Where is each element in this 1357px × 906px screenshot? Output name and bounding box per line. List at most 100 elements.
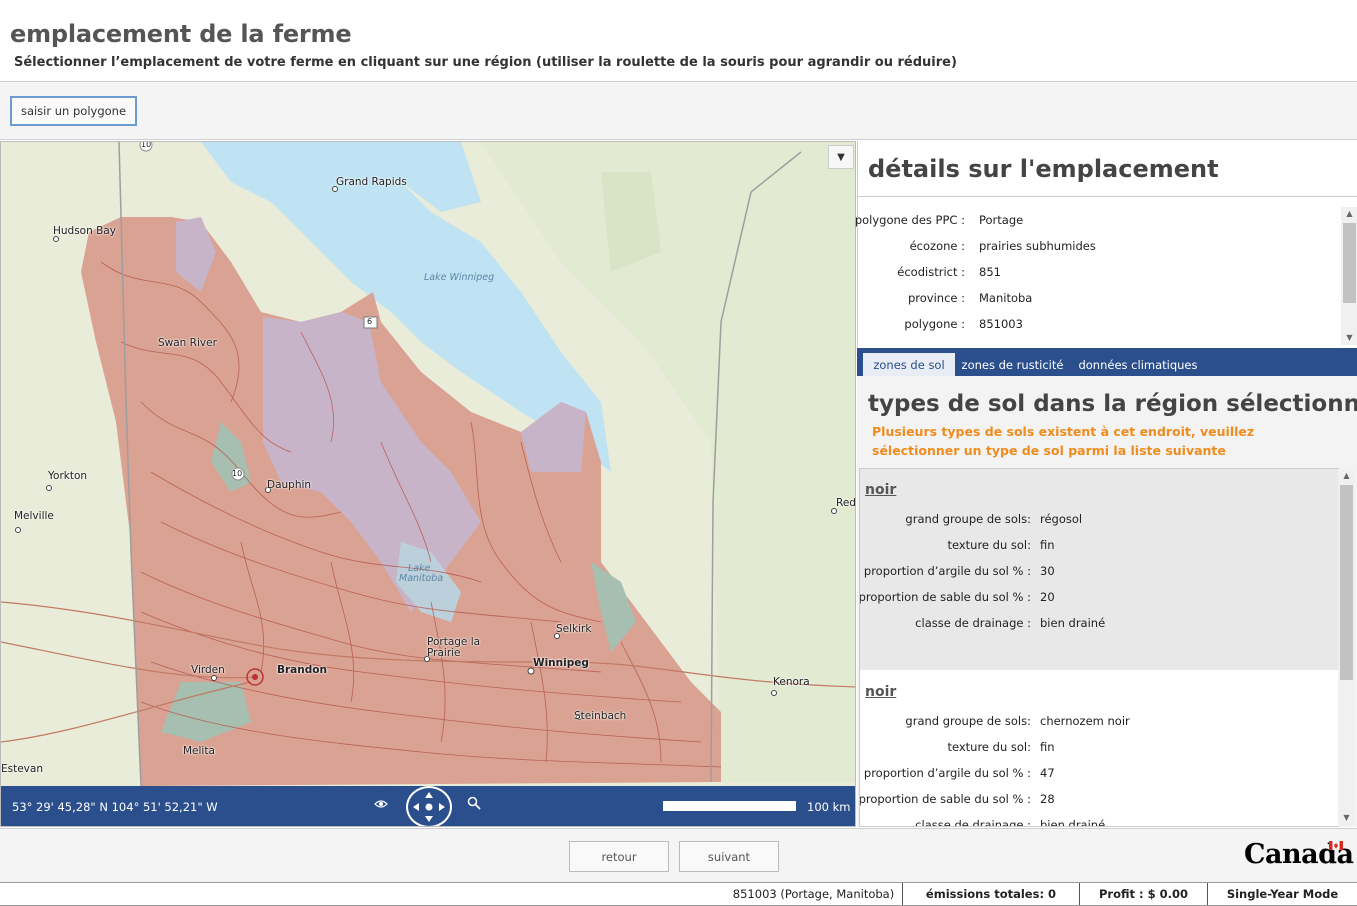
soil-property-row: proportion d’argile du sol % : 47 (860, 766, 1338, 782)
detail-value: 851 (979, 265, 1001, 279)
next-button[interactable]: suivant (679, 841, 779, 872)
back-button[interactable]: retour (569, 841, 669, 872)
map-label-estevan: Estevan (1, 763, 43, 775)
soil-type-name[interactable]: noir (865, 684, 896, 700)
soil-property-value: 30 (1040, 564, 1055, 578)
soil-property-row: proportion d’argile du sol % : 30 (860, 564, 1338, 580)
details-title: détails sur l'emplacement (868, 155, 1219, 183)
map-layer-dropdown[interactable]: ▼ (828, 145, 854, 169)
soil-property-value: bien drainé (1040, 616, 1106, 630)
soil-type-card[interactable]: noir grand groupe de sols: régosol textu… (859, 469, 1338, 670)
detail-label: écodistrict : (897, 265, 965, 279)
map-label-dauphin: Dauphin (267, 479, 312, 491)
tab-climate-data[interactable]: données climatiques (1073, 353, 1203, 376)
soil-property-label: texture du sol: (947, 740, 1031, 754)
page-header: emplacement de la ferme Sélectionner l’e… (0, 0, 1357, 82)
page-subtitle: Sélectionner l’emplacement de votre ferm… (14, 55, 957, 70)
map-label-red: Red (836, 497, 856, 509)
tab-soil-zones[interactable]: zones de sol (863, 353, 955, 376)
magnifier-icon[interactable] (467, 796, 481, 814)
detail-row: polygone : 851003 (858, 317, 1338, 333)
info-tabs: zones de sol zones de rusticité données … (857, 348, 1357, 376)
soil-property-value: fin (1040, 740, 1055, 754)
soil-property-label: proportion d’argile du sol % : (863, 766, 1031, 780)
status-mode: Single-Year Mode (1207, 883, 1357, 905)
status-total-emissions: émissions totales: 0 (902, 883, 1079, 905)
map-status-bar: 53° 29' 45,28" N 104° 51' 52,21" W 100 k… (1, 786, 855, 826)
soil-property-row: texture du sol: fin (860, 740, 1338, 756)
soil-property-label: texture du sol: (947, 538, 1031, 552)
soil-property-label: grand groupe de sols: (905, 714, 1031, 728)
soil-property-label: classe de drainage : (915, 616, 1031, 630)
location-details-panel: détails sur l'emplacement polygone des P… (855, 141, 1357, 347)
soil-property-value: régosol (1040, 512, 1083, 526)
scroll-up-icon[interactable]: ▲ (1341, 209, 1357, 218)
map-label-hudson-bay: Hudson Bay (53, 225, 116, 237)
map-label-lake-winnipeg: Lake Winnipeg (424, 272, 495, 283)
soil-types-pane: types de sol dans la région sélectionnée… (857, 376, 1357, 827)
scale-label: 100 km (807, 800, 851, 814)
detail-label: polygone : (904, 317, 965, 331)
details-divider (858, 196, 1357, 197)
map-label-winnipeg: Winnipeg (533, 657, 589, 669)
soil-list-scrollbar[interactable]: ▲ ▼ (1338, 469, 1355, 826)
page-title: emplacement de la ferme (10, 20, 352, 48)
map-label-lake-manitoba-line2: Manitoba (399, 573, 444, 584)
detail-value: Manitoba (979, 291, 1033, 305)
highway-shield-top-label: 10 (141, 141, 152, 149)
soil-property-row: grand groupe de sols: régosol (860, 512, 1338, 528)
scale-bar (663, 801, 796, 811)
soil-property-value: fin (1040, 538, 1055, 552)
map-label-melville: Melville (14, 510, 54, 522)
canada-wordmark: Canada (1244, 839, 1354, 870)
map-label-steinbach: Steinbach (574, 710, 627, 722)
soil-property-label: proportion de sable du sol % : (859, 590, 1031, 604)
highway-10-shield-label: 10 (232, 469, 243, 478)
detail-label: écozone : (909, 239, 965, 253)
details-scroll-thumb[interactable] (1343, 223, 1356, 303)
tab-hardiness-zones[interactable]: zones de rusticité (957, 353, 1068, 376)
soil-property-label: grand groupe de sols: (905, 512, 1031, 526)
soil-property-value: 28 (1040, 792, 1055, 806)
details-scrollbar[interactable]: ▲ ▼ (1341, 207, 1357, 345)
soil-property-row: classe de drainage : bien drainé (860, 818, 1338, 827)
map-label-selkirk: Selkirk (556, 623, 592, 635)
status-polygon: 851003 (Portage, Manitoba) (732, 887, 895, 901)
map-label-swan-river: Swan River (158, 337, 217, 349)
soil-property-row: proportion de sable du sol % : 20 (859, 590, 1338, 606)
map-label-brandon: Brandon (277, 664, 327, 676)
soil-property-value: chernozem noir (1040, 714, 1130, 728)
map-view[interactable]: Grand Rapids Hudson Bay Lake Winnipeg Sw… (0, 141, 856, 827)
detail-row: écodistrict : 851 (858, 265, 1338, 281)
detail-row: écozone : prairies subhumides (858, 239, 1338, 255)
scroll-up-icon[interactable]: ▲ (1338, 471, 1355, 480)
soil-type-name[interactable]: noir (865, 482, 896, 498)
map-label-melita: Melita (183, 745, 215, 757)
soil-type-card[interactable]: noir grand groupe de sols: chernozem noi… (859, 671, 1338, 827)
soil-property-row: grand groupe de sols: chernozem noir (860, 714, 1338, 730)
soil-property-value: 20 (1040, 590, 1055, 604)
enter-polygon-button[interactable]: saisir un polygone (10, 96, 137, 126)
soil-list-scroll-thumb[interactable] (1340, 485, 1353, 680)
map-label-yorkton: Yorkton (48, 470, 88, 482)
soil-property-value: 47 (1040, 766, 1055, 780)
map-basemap (1, 142, 855, 826)
detail-value: 851003 (979, 317, 1023, 331)
map-label-kenora: Kenora (773, 676, 810, 688)
canada-flag-icon (1329, 841, 1343, 850)
status-profit: Profit : $ 0.00 (1079, 883, 1207, 905)
soil-property-row: texture du sol: fin (860, 538, 1338, 554)
soil-property-row: proportion de sable du sol % : 28 (859, 792, 1338, 808)
soil-warning-message: Plusieurs types de sols existent à cet e… (872, 424, 1255, 458)
soil-property-label: proportion de sable du sol % : (859, 792, 1031, 806)
map-label-grand-rapids: Grand Rapids (336, 176, 407, 188)
soil-property-label: classe de drainage : (915, 818, 1031, 827)
scroll-down-icon[interactable]: ▼ (1338, 813, 1355, 822)
eye-icon[interactable] (374, 797, 388, 813)
wizard-footer: retour suivant Canada (0, 828, 1357, 882)
scroll-down-icon[interactable]: ▼ (1341, 333, 1357, 342)
detail-label: province : (907, 291, 965, 305)
soil-types-title: types de sol dans la région sélectionnée (868, 391, 1357, 417)
pan-control-icon[interactable] (406, 786, 452, 826)
highway-6-shield-label: 6 (367, 317, 373, 326)
